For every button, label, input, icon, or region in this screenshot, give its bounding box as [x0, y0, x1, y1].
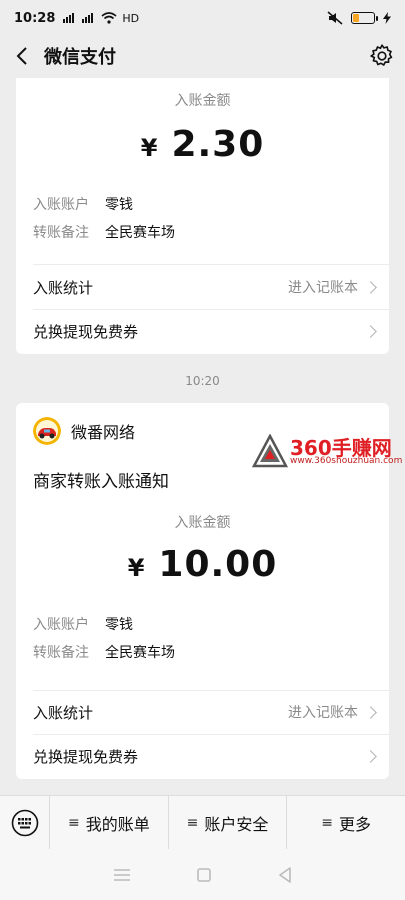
note-row: 转账备注 全民赛车场: [16, 639, 389, 667]
status-time: 10:28: [14, 10, 56, 26]
coupon-row[interactable]: 兑换提现免费券: [33, 309, 377, 353]
account-row: 入账账户 零钱: [16, 191, 389, 219]
signal-icon: [63, 13, 75, 23]
menu-label: 我的账单: [85, 814, 150, 834]
back-nav-icon[interactable]: [278, 866, 292, 883]
stats-label: 入账统计: [33, 703, 94, 722]
account-value: 零钱: [105, 197, 133, 213]
nav-bar: 微信支付: [0, 36, 405, 76]
recent-apps-icon[interactable]: [113, 868, 131, 882]
amount-value: 2.30: [171, 124, 265, 165]
menu-label: 账户安全: [204, 814, 269, 834]
note-key: 转账备注: [33, 645, 89, 661]
menu-icon: ≡: [186, 814, 199, 831]
message-timestamp: 10:20: [185, 374, 220, 388]
stats-row[interactable]: 入账统计 进入记账本: [33, 265, 377, 309]
currency-symbol: ¥: [140, 134, 158, 162]
stats-hint: 进入记账本: [288, 280, 358, 296]
back-button[interactable]: [10, 44, 34, 68]
account-value: 零钱: [105, 617, 133, 633]
menu-more[interactable]: ≡ 更多: [287, 796, 405, 850]
battery-icon: [351, 12, 378, 24]
coupon-label: 兑换提现免费券: [33, 747, 139, 766]
coupon-label: 兑换提现免费券: [33, 322, 139, 341]
charging-icon: [383, 12, 391, 24]
coupon-row[interactable]: 兑换提现免费券: [33, 734, 377, 778]
chevron-left-icon: [16, 47, 27, 65]
sender-logo: [33, 417, 61, 445]
keyboard-icon: [11, 809, 38, 836]
note-row: 转账备注 全民赛车场: [16, 219, 389, 247]
mute-icon: [327, 11, 343, 25]
chevron-right-icon: [364, 280, 377, 294]
account-key: 入账账户: [33, 197, 89, 213]
signal-icon: [82, 13, 94, 23]
amount-label: 入账金额: [174, 93, 231, 109]
home-icon[interactable]: [197, 867, 212, 882]
keyboard-toggle-button[interactable]: [0, 795, 50, 850]
chevron-right-icon: [364, 705, 377, 719]
account-row: 入账账户 零钱: [16, 611, 389, 639]
menu-account-security[interactable]: ≡ 账户安全: [169, 795, 288, 850]
note-value: 全民赛车场: [105, 225, 175, 241]
page-title: 微信支付: [44, 47, 116, 68]
amount-display: ¥ 2.30: [16, 124, 389, 165]
stats-row[interactable]: 入账统计 进入记账本: [33, 690, 377, 734]
chevron-right-icon: [364, 324, 377, 338]
account-key: 入账账户: [33, 617, 89, 633]
note-key: 转账备注: [33, 225, 89, 241]
menu-label: 更多: [339, 814, 372, 834]
gear-icon[interactable]: [369, 43, 395, 69]
menu-icon: ≡: [67, 814, 80, 831]
payment-card: 入账金额 ¥ 2.30 入账账户 零钱 转账备注 全民赛车场 入账统计 进入记账…: [16, 78, 389, 354]
watermark-logo-icon: [252, 434, 288, 468]
amount-label: 入账金额: [174, 515, 231, 531]
wifi-icon: [101, 12, 117, 24]
note-value: 全民赛车场: [105, 645, 175, 661]
watermark-url: www.360shouzhuan.com: [290, 456, 403, 466]
watermark: 360手赚网 www.360shouzhuan.com: [250, 432, 405, 472]
chevron-right-icon: [364, 749, 377, 763]
status-bar: 10:28 HD: [0, 0, 405, 36]
system-nav-bar: [0, 849, 405, 900]
menu-icon: ≡: [321, 814, 334, 831]
stats-label: 入账统计: [33, 278, 94, 297]
stats-hint: 进入记账本: [288, 705, 358, 721]
bottom-menu-bar: ≡ 我的账单 ≡ 账户安全 ≡ 更多: [0, 795, 405, 850]
sender-name: 微番网络: [71, 423, 136, 442]
amount-display: ¥ 10.00: [16, 544, 389, 585]
amount-value: 10.00: [158, 544, 278, 585]
network-type: HD: [122, 11, 140, 25]
menu-my-bills[interactable]: ≡ 我的账单: [50, 795, 169, 850]
currency-symbol: ¥: [127, 554, 145, 582]
signal-indicators: HD: [63, 12, 139, 25]
